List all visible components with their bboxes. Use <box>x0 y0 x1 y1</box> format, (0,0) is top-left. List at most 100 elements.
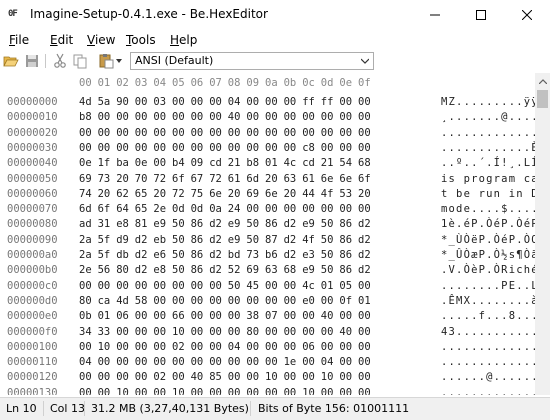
hex-byte[interactable]: 00 <box>265 203 278 215</box>
hex-byte[interactable]: 52 <box>228 264 241 276</box>
hex-byte[interactable]: 00 <box>98 127 111 139</box>
hex-byte[interactable]: 00 <box>116 356 129 368</box>
hex-row[interactable]: 00000080 ad 31 e8 81 e9 50 86 d2 e9 50 86 d2 e9 50 86 d2… <box>0 218 535 231</box>
hex-byte[interactable]: 00 <box>284 371 297 383</box>
ascii-text[interactable]: 43............@. <box>441 326 535 338</box>
ascii-text[interactable]: t be run in DOS <box>441 188 535 200</box>
ascii-text[interactable]: MZ.........ÿÿ.. <box>441 96 535 108</box>
hex-byte[interactable]: 63 <box>265 264 278 276</box>
hex-byte[interactable]: 00 <box>98 371 111 383</box>
hex-byte[interactable]: 00 <box>358 96 371 108</box>
hex-byte[interactable]: 00 <box>153 387 166 395</box>
hex-byte[interactable]: e8 <box>116 218 129 230</box>
hex-byte[interactable]: 10 <box>321 371 334 383</box>
hex-byte[interactable]: 00 <box>284 96 297 108</box>
hex-byte[interactable]: 87 <box>265 234 278 246</box>
hex-byte[interactable]: 50 <box>321 234 334 246</box>
hex-byte[interactable]: 90 <box>116 96 129 108</box>
hex-byte[interactable]: 00 <box>153 127 166 139</box>
hex-byte[interactable]: 2e <box>79 264 92 276</box>
encoding-select[interactable]: ANSI (Default) <box>130 52 374 70</box>
hex-row[interactable]: 000000d0 80 ca 4d 58 00 00 00 00 00 00 00 00 e0 00 0f 01… <box>0 295 535 308</box>
hex-byte[interactable]: 20 <box>98 188 111 200</box>
hex-byte[interactable]: 50 <box>321 264 334 276</box>
hex-byte[interactable]: cd <box>302 157 315 169</box>
hex-byte[interactable]: 61 <box>302 173 315 185</box>
copy-icon[interactable] <box>72 53 88 69</box>
hex-byte[interactable]: 21 <box>321 157 334 169</box>
hex-byte[interactable]: 00 <box>209 387 222 395</box>
hex-byte[interactable]: d2 <box>284 249 297 261</box>
hex-byte[interactable]: 00 <box>116 280 129 292</box>
hex-byte[interactable]: 00 <box>191 326 204 338</box>
hex-byte[interactable]: 72 <box>209 173 222 185</box>
hex-byte[interactable]: 00 <box>153 142 166 154</box>
hex-byte[interactable]: ad <box>79 218 92 230</box>
hex-byte[interactable]: 00 <box>116 111 129 123</box>
hex-byte[interactable]: 10 <box>172 387 185 395</box>
hex-byte[interactable]: 01 <box>321 280 334 292</box>
hex-byte[interactable]: 00 <box>358 371 371 383</box>
hex-row[interactable]: 00000120 00 00 00 00 02 00 40 85 00 00 10 00 00 10 00 00… <box>0 371 535 384</box>
hex-byte[interactable]: 00 <box>135 96 148 108</box>
hex-byte[interactable]: 00 <box>246 341 259 353</box>
menu-file[interactable]: File <box>9 33 29 47</box>
hex-byte[interactable]: 00 <box>209 356 222 368</box>
hex-byte[interactable]: 01 <box>358 295 371 307</box>
ascii-text[interactable]: ­1è.éP.ÒéP.ÒéP.Ò <box>441 218 535 230</box>
hex-byte[interactable]: b6 <box>265 249 278 261</box>
hex-byte[interactable]: 00 <box>246 387 259 395</box>
hex-row[interactable]: 00000030 00 00 00 00 00 00 00 00 00 00 00 00 c8 00 00 00… <box>0 142 535 155</box>
hex-byte[interactable]: 0a <box>209 203 222 215</box>
hex-byte[interactable]: 00 <box>209 96 222 108</box>
hex-byte[interactable]: 00 <box>265 280 278 292</box>
hex-byte[interactable]: cd <box>209 157 222 169</box>
hex-byte[interactable]: eb <box>153 234 166 246</box>
hex-byte[interactable]: 00 <box>153 295 166 307</box>
hex-byte[interactable]: e8 <box>153 264 166 276</box>
hex-byte[interactable]: 0f <box>339 295 352 307</box>
hex-byte[interactable]: 86 <box>191 249 204 261</box>
hex-byte[interactable]: 64 <box>116 203 129 215</box>
hex-byte[interactable]: 00 <box>321 387 334 395</box>
hex-row[interactable]: 00000040 0e 1f ba 0e 00 b4 09 cd 21 b8 01 4c cd 21 54 68… <box>0 157 535 170</box>
hex-byte[interactable]: 00 <box>135 371 148 383</box>
hex-byte[interactable]: 00 <box>284 341 297 353</box>
hex-byte[interactable]: 00 <box>358 387 371 395</box>
hex-byte[interactable]: 00 <box>209 280 222 292</box>
hex-byte[interactable]: 00 <box>321 326 334 338</box>
hex-byte[interactable]: 00 <box>79 387 92 395</box>
hex-byte[interactable]: 00 <box>265 142 278 154</box>
hex-byte[interactable]: 01 <box>265 157 278 169</box>
hex-byte[interactable]: 00 <box>116 127 129 139</box>
hex-byte[interactable]: 1f <box>98 157 111 169</box>
hex-byte[interactable]: 6e <box>339 173 352 185</box>
hex-byte[interactable]: 00 <box>135 127 148 139</box>
hex-byte[interactable]: 86 <box>191 264 204 276</box>
hex-byte[interactable]: 6f <box>358 173 371 185</box>
hex-byte[interactable]: 00 <box>191 280 204 292</box>
paste-icon[interactable] <box>98 53 114 69</box>
hex-byte[interactable]: 00 <box>284 142 297 154</box>
hex-byte[interactable]: 20 <box>116 173 129 185</box>
hex-byte[interactable]: 69 <box>246 188 259 200</box>
hex-byte[interactable]: 10 <box>98 341 111 353</box>
hex-byte[interactable]: 2e <box>153 203 166 215</box>
hex-byte[interactable]: 86 <box>339 249 352 261</box>
hex-byte[interactable]: 00 <box>246 295 259 307</box>
hex-byte[interactable]: b8 <box>246 157 259 169</box>
hex-byte[interactable]: 54 <box>339 157 352 169</box>
hex-byte[interactable]: 75 <box>191 188 204 200</box>
ascii-text[interactable]: ......@......... <box>441 371 535 383</box>
hex-byte[interactable]: 0d <box>191 203 204 215</box>
hex-byte[interactable]: 00 <box>228 387 241 395</box>
ascii-text[interactable]: ..º..´.Í!¸.LÍ!Th <box>441 157 535 169</box>
hex-byte[interactable]: 00 <box>79 142 92 154</box>
hex-byte[interactable]: 00 <box>172 280 185 292</box>
hex-byte[interactable]: ff <box>321 96 334 108</box>
hex-byte[interactable]: 20 <box>153 188 166 200</box>
hex-byte[interactable]: e0 <box>302 295 315 307</box>
ascii-text[interactable]: .ÊMX........à... <box>441 295 535 307</box>
hex-row[interactable]: 000000e0 0b 01 06 00 00 66 00 00 00 38 07 00 00 40 00 00… <box>0 310 535 323</box>
hex-byte[interactable]: 34 <box>79 326 92 338</box>
